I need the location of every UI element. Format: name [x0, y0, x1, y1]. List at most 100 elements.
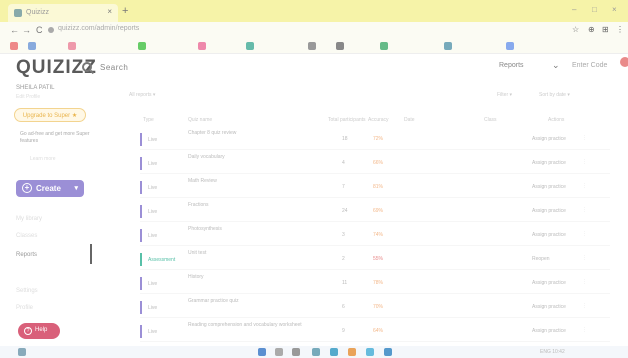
chevron-down-icon[interactable]: ⌄ — [552, 60, 560, 71]
search-taskbar-icon[interactable] — [275, 348, 283, 356]
table-row[interactable]: Live Math Review 7 81% Assign practice ⋮ — [140, 176, 610, 198]
maximize-button[interactable]: □ — [592, 5, 597, 14]
more-options-icon[interactable]: ⋮ — [582, 303, 587, 309]
reload-button[interactable]: C — [36, 25, 43, 35]
learn-more-link[interactable]: Learn more — [30, 156, 56, 162]
row-action-button[interactable]: Assign practice — [532, 328, 566, 334]
more-options-icon[interactable]: ⋮ — [582, 279, 587, 285]
browser-tab[interactable]: Quizizz × — [8, 4, 118, 22]
start-icon[interactable] — [18, 348, 26, 356]
bookmark-icon[interactable] — [506, 42, 514, 50]
table-row[interactable]: Live Chapter 8 quiz review 18 72% Assign pra… — [140, 128, 610, 150]
row-action-button[interactable]: Assign practice — [532, 184, 566, 190]
filter-dropdown[interactable]: Filter ▾ — [497, 92, 512, 98]
app-taskbar-icon[interactable] — [384, 348, 392, 356]
reports-link[interactable]: Reports — [499, 62, 524, 69]
sidebar-item-profile[interactable]: Profile — [16, 305, 33, 311]
search-label[interactable]: Search — [100, 63, 128, 72]
more-options-icon[interactable]: ⋮ — [582, 183, 587, 189]
row-quiz-name[interactable]: Unit test — [188, 250, 206, 256]
tab-close-icon[interactable]: × — [107, 7, 112, 16]
row-quiz-name[interactable]: Math Review — [188, 178, 217, 184]
enter-code-button[interactable]: Enter Code — [572, 62, 607, 69]
help-label: Help — [35, 327, 48, 333]
row-quiz-name[interactable]: Fractions — [188, 202, 209, 208]
forward-button[interactable]: → — [22, 25, 31, 35]
sidebar-item-classes[interactable]: Classes — [16, 233, 37, 239]
windows-icon[interactable] — [258, 348, 266, 356]
row-action-button[interactable]: Reopen — [532, 256, 550, 262]
edit-profile-link[interactable]: Edit Profile — [16, 94, 40, 100]
more-options-icon[interactable]: ⋮ — [582, 159, 587, 165]
bookmark-icon[interactable] — [336, 42, 344, 50]
avatar[interactable] — [620, 57, 628, 67]
help-button[interactable]: ? Help — [18, 323, 60, 339]
row-participants: 6 — [342, 304, 345, 310]
url-text: quizizz.com/admin/reports — [58, 25, 140, 32]
row-action-button[interactable]: Assign practice — [532, 136, 566, 142]
table-row[interactable]: Live History 11 78% Assign practice ⋮ — [140, 272, 610, 294]
row-type-badge: Assessment — [140, 253, 176, 266]
row-quiz-name[interactable]: Grammar practice quiz — [188, 298, 239, 304]
sidebar-item-reports[interactable]: Reports — [16, 252, 37, 258]
sidebar-item-settings[interactable]: Settings — [16, 288, 38, 294]
more-options-icon[interactable]: ⋮ — [582, 255, 587, 261]
bookmarks-bar — [0, 40, 628, 54]
table-row[interactable]: Live Fractions 24 69% Assign practice ⋮ — [140, 200, 610, 222]
table-row[interactable]: Assessment Unit test 2 55% Reopen ⋮ — [140, 248, 610, 270]
row-action-button[interactable]: Assign practice — [532, 208, 566, 214]
upgrade-button[interactable]: Upgrade to Super ★ — [14, 108, 86, 122]
more-options-icon[interactable]: ⋮ — [582, 231, 587, 237]
create-label: Create — [36, 184, 61, 193]
apps-icon[interactable]: ⊞ — [602, 25, 609, 34]
table-row[interactable]: Live Grammar practice quiz 6 70% Assign prac… — [140, 296, 610, 318]
new-tab-button[interactable]: + — [122, 5, 128, 17]
row-quiz-name[interactable]: Daily vocabulary — [188, 154, 225, 160]
row-quiz-name[interactable]: Reading comprehension and vocabulary wor… — [188, 322, 302, 328]
row-participants: 7 — [342, 184, 345, 190]
app-taskbar-icon[interactable] — [330, 348, 338, 356]
create-button[interactable]: + Create ▾ — [16, 180, 84, 197]
row-participants: 24 — [342, 208, 348, 214]
reports-filter-dropdown[interactable]: All reports ▾ — [129, 92, 155, 98]
bookmark-icon[interactable] — [308, 42, 316, 50]
url-field[interactable]: quizizz.com/admin/reports — [48, 25, 548, 37]
row-participants: 9 — [342, 328, 345, 334]
minimize-button[interactable]: – — [572, 5, 576, 14]
row-quiz-name[interactable]: Photosynthesis — [188, 226, 222, 232]
row-quiz-name[interactable]: History — [188, 274, 204, 280]
search-icon[interactable] — [82, 62, 92, 72]
bookmark-star-icon[interactable]: ☆ — [572, 25, 579, 34]
row-action-button[interactable]: Assign practice — [532, 304, 566, 310]
sort-dropdown[interactable]: Sort by date ▾ — [539, 92, 570, 98]
bookmark-icon[interactable] — [198, 42, 206, 50]
sidebar-item-library[interactable]: My library — [16, 216, 42, 222]
close-window-button[interactable]: × — [612, 5, 617, 14]
app-taskbar-icon[interactable] — [348, 348, 356, 356]
bookmark-icon[interactable] — [68, 42, 76, 50]
bookmark-icon[interactable] — [28, 42, 36, 50]
system-tray[interactable]: ENG 10:42 — [540, 349, 565, 355]
bookmark-gmail-icon[interactable] — [10, 42, 18, 50]
bookmark-icon[interactable] — [246, 42, 254, 50]
bookmark-icon[interactable] — [380, 42, 388, 50]
more-options-icon[interactable]: ⋮ — [582, 135, 587, 141]
row-action-button[interactable]: Assign practice — [532, 232, 566, 238]
table-row[interactable]: Live Photosynthesis 3 74% Assign practice ⋮ — [140, 224, 610, 246]
row-action-button[interactable]: Assign practice — [532, 160, 566, 166]
bookmark-drive-icon[interactable] — [138, 42, 146, 50]
more-options-icon[interactable]: ⋮ — [582, 207, 587, 213]
table-row[interactable]: Live Daily vocabulary 4 66% Assign practice ⋮ — [140, 152, 610, 174]
app-taskbar-icon[interactable] — [366, 348, 374, 356]
browser-taskbar-icon[interactable] — [312, 348, 320, 356]
extension-icon[interactable]: ⊕ — [588, 25, 595, 34]
bookmark-icon[interactable] — [444, 42, 452, 50]
row-quiz-name[interactable]: Chapter 8 quiz review — [188, 130, 236, 136]
task-view-icon[interactable] — [292, 348, 300, 356]
table-row[interactable]: Live Reading comprehension and vocabulary… — [140, 320, 610, 342]
more-options-icon[interactable]: ⋮ — [582, 327, 587, 333]
row-action-button[interactable]: Assign practice — [532, 280, 566, 286]
back-button[interactable]: ← — [10, 25, 19, 35]
row-type-badge: Live — [140, 181, 176, 194]
browser-menu-icon[interactable]: ⋮ — [616, 25, 624, 34]
